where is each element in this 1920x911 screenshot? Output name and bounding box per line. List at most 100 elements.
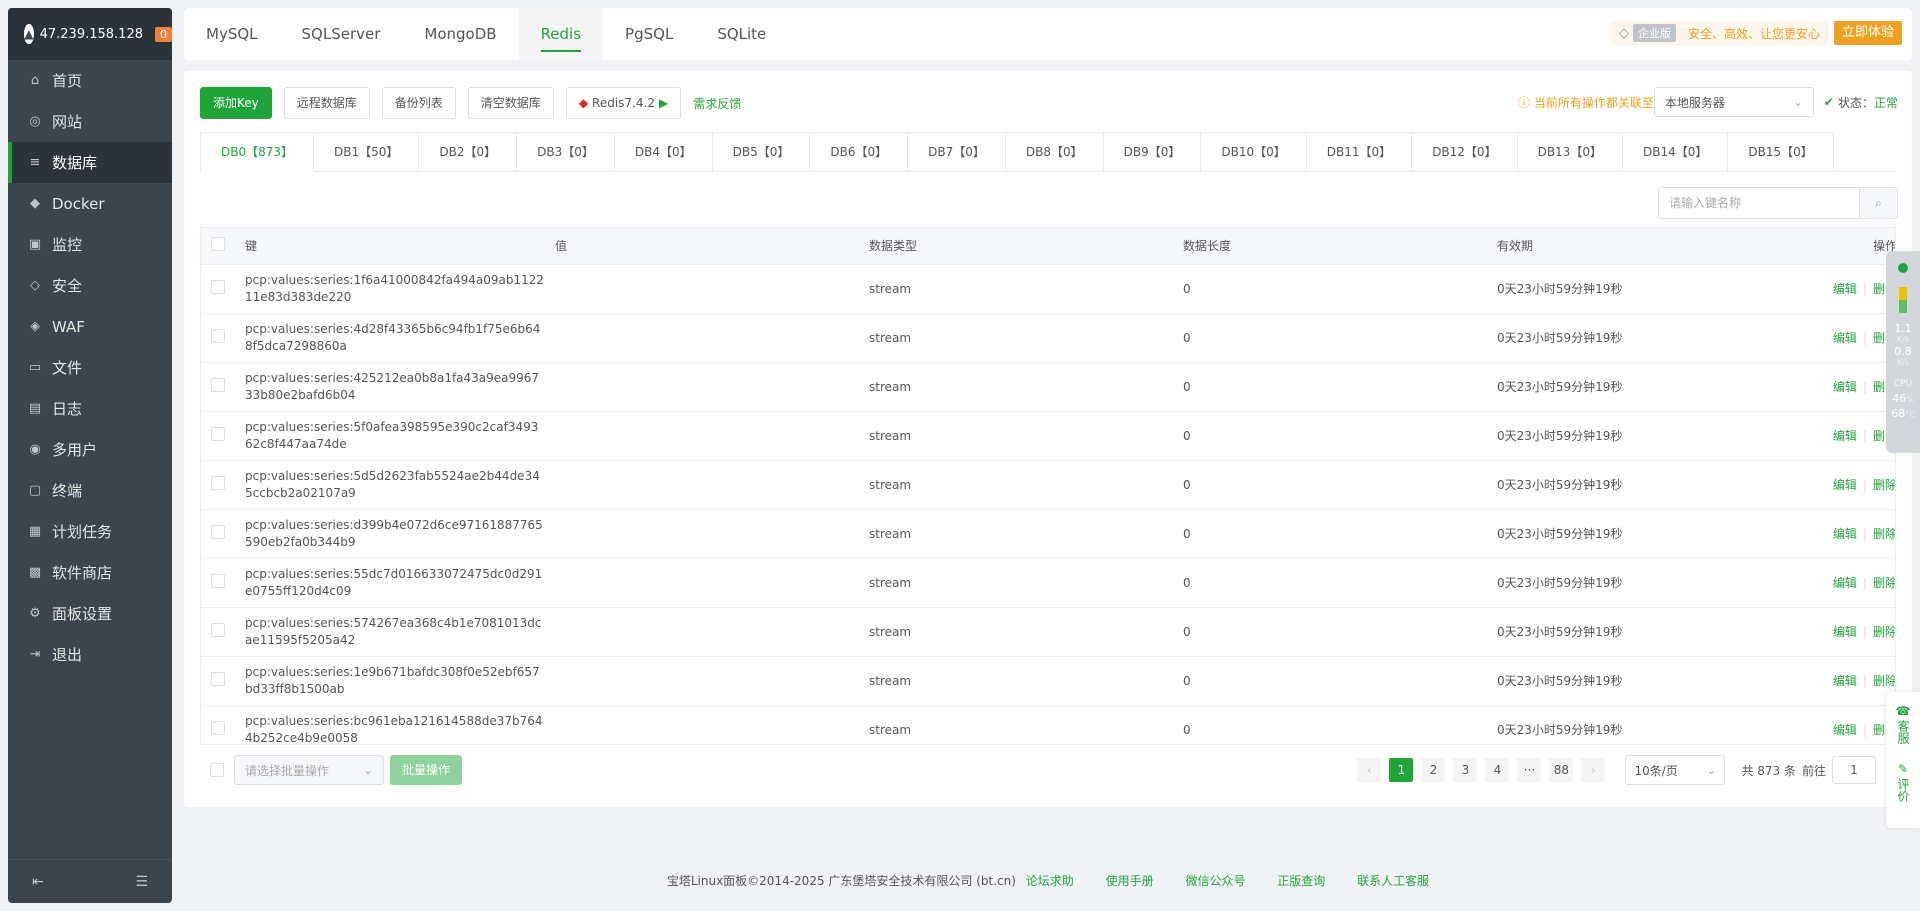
tab-db-index[interactable]: DB0【873】 <box>200 132 315 172</box>
search-icon[interactable]: ⌕ <box>1859 188 1897 218</box>
tab-db-type[interactable]: MongoDB <box>402 8 518 60</box>
page-number[interactable]: 4 <box>1485 758 1510 782</box>
next-page-icon[interactable]: › <box>1581 758 1606 782</box>
sidebar-item[interactable]: ◈ WAF <box>8 306 172 347</box>
delete-link[interactable]: 删除 <box>1873 674 1895 688</box>
review-button[interactable]: ✎ 评价 <box>1896 762 1910 802</box>
server-select[interactable]: 本地服务器 ⌄ <box>1653 87 1814 117</box>
tab-db-type[interactable]: MySQL <box>184 8 280 60</box>
server-ip: 47.239.158.128 <box>39 26 143 42</box>
tab-db-index[interactable]: DB1【50】 <box>314 132 420 172</box>
add-key-button[interactable]: 添加Key <box>200 87 272 119</box>
page-number[interactable]: 3 <box>1453 758 1478 782</box>
menu-list-icon[interactable]: ☰ <box>135 874 148 890</box>
delete-link[interactable]: 删除 <box>1873 576 1895 590</box>
prev-page-icon[interactable]: ‹ <box>1357 758 1382 782</box>
footer-link[interactable]: 论坛求助 <box>1026 874 1074 888</box>
tab-db-index[interactable]: DB12【0】 <box>1412 132 1518 172</box>
tab-db-type[interactable]: SQLServer <box>280 8 403 60</box>
edit-link[interactable]: 编辑 <box>1833 380 1857 394</box>
edit-link[interactable]: 编辑 <box>1833 478 1857 492</box>
sidebar-item[interactable]: ⇥ 退出 <box>8 634 172 675</box>
edit-link[interactable]: 编辑 <box>1833 576 1857 590</box>
sidebar-item[interactable]: ◇ 安全 <box>8 265 172 306</box>
edit-link[interactable]: 编辑 <box>1833 527 1857 541</box>
row-checkbox[interactable] <box>211 476 225 490</box>
sidebar-item[interactable]: ▢ 终端 <box>8 470 172 511</box>
page-number[interactable]: 2 <box>1421 758 1446 782</box>
feedback-link[interactable]: 需求反馈 <box>693 95 741 112</box>
delete-link[interactable]: 删除 <box>1873 527 1895 541</box>
footer-link[interactable]: 使用手册 <box>1106 874 1154 888</box>
sidebar-item[interactable]: ▭ 文件 <box>8 347 172 388</box>
status-value: 正常 <box>1873 95 1898 110</box>
edit-link[interactable]: 编辑 <box>1833 429 1857 443</box>
edit-link[interactable]: 编辑 <box>1833 331 1857 345</box>
edit-link[interactable]: 编辑 <box>1833 625 1857 639</box>
customer-service-button[interactable]: ☎ 客服 <box>1896 704 1911 744</box>
batch-operation-button[interactable]: 批量操作 <box>390 755 463 785</box>
tab-db-index[interactable]: DB5【0】 <box>712 132 811 172</box>
footer-link[interactable]: 联系人工客服 <box>1357 874 1429 888</box>
system-monitor-widget[interactable]: 1.1 K/s 0.8 K/s CPU 46% 68°C <box>1886 251 1920 453</box>
batch-select-checkbox[interactable] <box>210 763 224 777</box>
key-search-input[interactable] <box>1659 188 1859 218</box>
sidebar-item[interactable]: ◉ 多用户 <box>8 429 172 470</box>
redis-version-button[interactable]: ◆ Redis7.4.2 ▶ <box>565 87 682 119</box>
row-checkbox[interactable] <box>211 525 225 539</box>
tab-db-index[interactable]: DB10【0】 <box>1201 132 1307 172</box>
tab-db-type[interactable]: Redis <box>518 8 604 60</box>
row-checkbox[interactable] <box>211 427 225 441</box>
sidebar-item[interactable]: ◎ 网站 <box>8 101 172 142</box>
enterprise-banner[interactable]: ◇ 企业版 安全、高效、让您更安心 <box>1610 21 1828 45</box>
goto-page-input[interactable]: 1 <box>1832 756 1876 784</box>
sidebar-item[interactable]: ▩ 软件商店 <box>8 552 172 593</box>
tab-db-index[interactable]: DB6【0】 <box>810 132 909 172</box>
page-number[interactable]: ··· <box>1517 758 1542 782</box>
row-checkbox[interactable] <box>211 329 225 343</box>
sidebar-item[interactable]: ⚙ 面板设置 <box>8 593 172 634</box>
edit-link[interactable]: 编辑 <box>1833 282 1857 296</box>
tab-db-index[interactable]: DB2【0】 <box>419 132 518 172</box>
remote-db-button[interactable]: 远程数据库 <box>283 87 370 119</box>
footer-link[interactable]: 微信公众号 <box>1185 874 1245 888</box>
edit-link[interactable]: 编辑 <box>1833 674 1857 688</box>
row-checkbox[interactable] <box>211 721 225 735</box>
delete-link[interactable]: 删除 <box>1873 625 1895 639</box>
page-number[interactable]: 88 <box>1549 758 1574 782</box>
backup-list-button[interactable]: 备份列表 <box>381 87 456 119</box>
tab-db-type[interactable]: SQLite <box>695 8 788 60</box>
tab-db-index[interactable]: DB8【0】 <box>1005 132 1104 172</box>
tab-db-type[interactable]: PgSQL <box>603 8 695 60</box>
delete-link[interactable]: 删除 <box>1873 478 1895 492</box>
sidebar-item[interactable]: ⌂ 首页 <box>8 60 172 101</box>
sidebar-item[interactable]: ▣ 监控 <box>8 224 172 265</box>
batch-operation-select[interactable]: 请选择批量操作 ⌄ <box>234 755 384 785</box>
sidebar-item[interactable]: ▤ 日志 <box>8 388 172 429</box>
sidebar-item[interactable]: ≡ 数据库 <box>8 142 172 183</box>
tab-db-index[interactable]: DB7【0】 <box>908 132 1006 172</box>
edit-link[interactable]: 编辑 <box>1833 723 1857 737</box>
row-checkbox[interactable] <box>211 574 225 588</box>
page-size-select[interactable]: 10条/页 ⌄ <box>1625 755 1726 785</box>
page-number[interactable]: 1 <box>1389 758 1414 782</box>
tab-db-index[interactable]: DB14【0】 <box>1622 132 1729 172</box>
notification-badge[interactable]: 0 <box>155 26 172 42</box>
row-checkbox[interactable] <box>211 623 225 637</box>
row-checkbox[interactable] <box>211 280 225 294</box>
sidebar-item[interactable]: ▦ 计划任务 <box>8 511 172 552</box>
select-all-checkbox[interactable] <box>211 237 225 252</box>
tab-db-index[interactable]: DB4【0】 <box>614 132 713 172</box>
tab-db-index[interactable]: DB3【0】 <box>517 132 615 172</box>
footer-link[interactable]: 正版查询 <box>1277 874 1325 888</box>
tab-db-index[interactable]: DB13【0】 <box>1517 132 1623 172</box>
collapse-icon[interactable]: ⇤ <box>32 874 44 890</box>
clear-db-button[interactable]: 清空数据库 <box>467 87 554 119</box>
tab-db-index[interactable]: DB15【0】 <box>1728 132 1834 172</box>
row-checkbox[interactable] <box>211 378 225 392</box>
try-now-button[interactable]: 立即体验 <box>1833 21 1902 45</box>
tab-db-index[interactable]: DB11【0】 <box>1306 132 1413 172</box>
tab-db-index[interactable]: DB9【0】 <box>1103 132 1202 172</box>
row-checkbox[interactable] <box>211 672 225 686</box>
sidebar-item[interactable]: ◆ Docker <box>8 183 172 224</box>
